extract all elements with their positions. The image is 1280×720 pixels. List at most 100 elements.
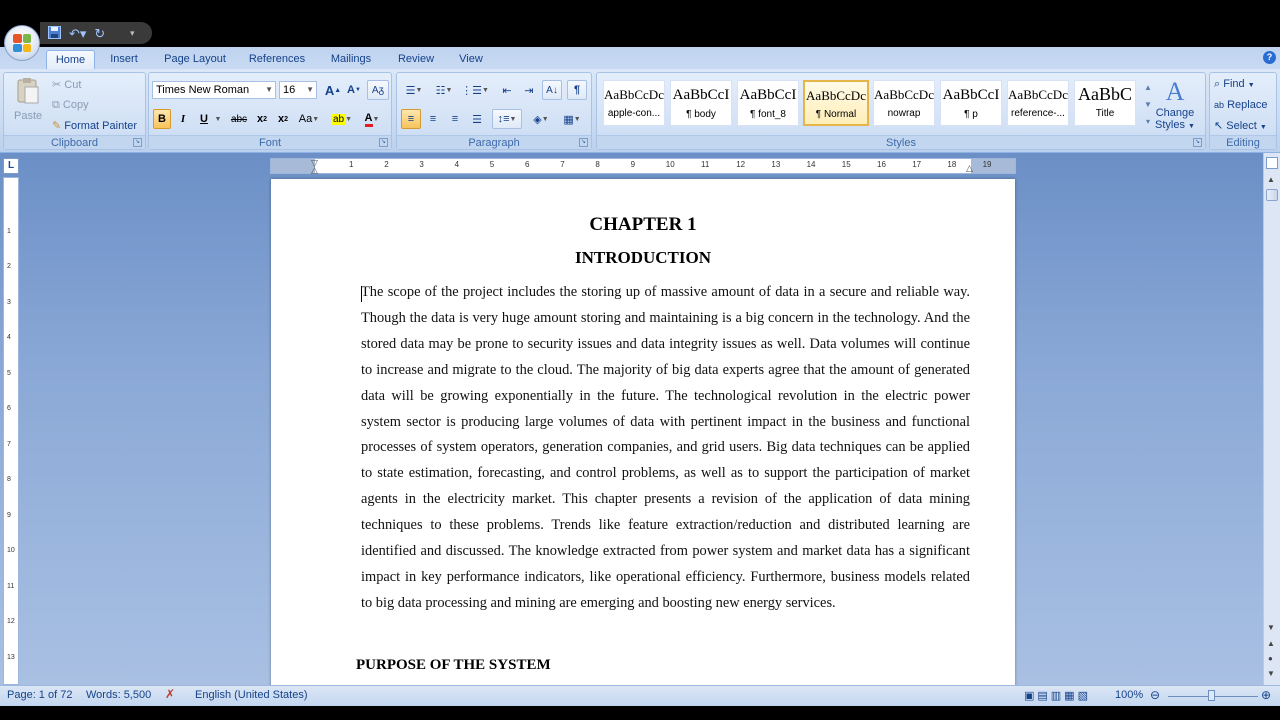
font-color-button[interactable]: A ▼ [359,109,385,129]
redo-icon[interactable]: ↻ [94,27,105,40]
style-nowrap[interactable]: AaBbCcDc nowrap [873,80,935,126]
next-page-icon[interactable]: ▼ [1267,669,1275,678]
scroll-thumb[interactable] [1266,189,1278,201]
font-family-select[interactable]: Times New Roman ▼ [152,81,276,99]
undo-icon[interactable]: ↶▾ [69,27,86,40]
horizontal-ruler[interactable]: 1 2 3 4 5 6 7 8 9 10 11 12 13 14 15 16 17 18 19 ▽ △ △ [270,158,1016,176]
show-formatting-button[interactable]: ¶ [567,80,587,100]
ruler-toggle-icon[interactable] [1266,157,1278,169]
style-title[interactable]: AaBbC Title [1074,80,1136,126]
tab-view[interactable]: View [452,50,490,69]
ruler-number: 6 [525,160,530,169]
zoom-slider-thumb[interactable] [1208,690,1215,701]
grow-font-button[interactable]: A ▲ [323,80,343,100]
vertical-scrollbar[interactable]: ▲ ▼ ▲ ● ▼ [1263,153,1280,685]
subscript-button[interactable]: x2 [253,109,271,129]
vertical-ruler[interactable]: 1234567891011121314 [3,177,19,696]
paste-button[interactable]: Paste [14,77,42,127]
document-page[interactable]: CHAPTER 1 INTRODUCTION The scope of the … [271,179,1015,699]
sort-button[interactable]: A↓ [542,80,562,100]
style-p[interactable]: AaBbCcI ¶ p [940,80,1002,126]
scroll-up-icon[interactable]: ▲ [1143,79,1153,96]
styles-launcher-icon[interactable]: ↘ [1193,138,1202,147]
bold-button[interactable]: B [153,109,171,129]
styles-scroll[interactable]: ▲ ▼ ▾ [1143,79,1153,133]
word-count[interactable]: Words: 5,500 [86,689,151,701]
align-left-button[interactable]: ≡ [401,109,421,129]
tab-mailings[interactable]: Mailings [323,50,379,69]
left-indent-marker[interactable]: △ [311,165,318,176]
copy-button[interactable]: ⧉ Copy [52,97,89,113]
tab-home[interactable]: Home [46,50,95,69]
previous-page-icon[interactable]: ▲ [1267,639,1275,648]
style-apple-con[interactable]: AaBbCcDc apple-con... [603,80,665,126]
change-styles-button[interactable]: A Change Styles ▼ [1147,77,1203,133]
brush-icon: ✎ [52,120,62,132]
font-launcher-icon[interactable]: ↘ [379,138,388,147]
zoom-out-icon[interactable]: ⊖ [1150,688,1160,702]
page-count[interactable]: Page: 1 of 72 [7,689,72,701]
format-painter-button[interactable]: ✎ Format Painter [52,118,137,134]
style-font-8[interactable]: AaBbCcI ¶ font_8 [737,80,799,126]
align-center-button[interactable]: ≡ [423,109,443,129]
strikethrough-button[interactable]: abc [228,109,250,129]
zoom-level[interactable]: 100% [1115,689,1143,701]
align-center-icon: ≡ [429,113,437,125]
scroll-down-arrow-icon[interactable]: ▼ [1267,623,1275,632]
ruler-number: 14 [806,160,816,169]
customize-qat-icon[interactable]: ▾ [130,28,135,39]
clear-formatting-button[interactable]: Aᵹ [367,80,389,100]
increase-indent-icon: ⇥ [524,84,534,97]
tab-references[interactable]: References [244,50,310,69]
style-body[interactable]: AaBbCcI ¶ body [670,80,732,126]
highlight-button[interactable]: ab ▼ [329,109,355,129]
justify-button[interactable]: ☰ [467,109,487,129]
scroll-down-icon[interactable]: ▼ [1143,96,1153,113]
align-right-button[interactable]: ≡ [445,109,465,129]
zoom-in-icon[interactable]: ⊕ [1261,688,1271,702]
replace-button[interactable]: ab Replace [1214,97,1267,113]
style-normal[interactable]: AaBbCcDc ¶ Normal [803,80,869,126]
font-size-select[interactable]: 16 ▼ [279,81,317,99]
bottom-border [0,706,1280,720]
numbering-button[interactable]: ☷ ▼ [431,80,457,100]
more-styles-icon[interactable]: ▾ [1143,113,1153,130]
tab-review[interactable]: Review [393,50,439,69]
multilevel-list-button[interactable]: ⋮☰ ▼ [461,80,489,100]
decrease-indent-button[interactable]: ⇤ [497,80,517,100]
editing-group: ⌕ Find ▼ ab Replace ↖ Select ▼ Editing [1209,72,1277,150]
style-reference[interactable]: AaBbCcDc reference-... [1007,80,1069,126]
shrink-font-button[interactable]: A ▼ [345,80,363,100]
line-spacing-button[interactable]: ↕≡ ▼ [492,109,522,129]
superscript-button[interactable]: x2 [274,109,292,129]
document-workspace: L 1 2 3 4 5 6 7 8 9 10 11 12 13 14 15 16 17 18 19 ▽ △ △ 12… [0,153,1280,699]
select-button[interactable]: ↖ Select ▼ [1214,118,1267,136]
increase-indent-button[interactable]: ⇥ [519,80,539,100]
view-buttons[interactable]: ▣▤▥▦▧ [1024,689,1091,702]
office-button[interactable] [4,25,40,61]
bullets-button[interactable]: ☰ ▼ [401,80,427,100]
help-icon[interactable]: ? [1263,51,1276,64]
change-case-button[interactable]: Aa ▼ [296,109,322,129]
italic-button[interactable]: I [174,109,192,129]
underline-dropdown-icon[interactable]: ▼ [213,109,223,129]
ruler-number: 16 [877,160,886,169]
borders-button[interactable]: ▦ ▼ [558,109,586,129]
browse-object-icon[interactable]: ● [1268,654,1273,663]
find-button[interactable]: ⌕ Find ▼ [1214,76,1255,94]
tab-page-layout[interactable]: Page Layout [158,50,232,69]
shading-button[interactable]: ◈ ▼ [527,109,555,129]
save-icon[interactable] [48,25,61,41]
proofing-icon[interactable]: ✗ [165,687,175,701]
tab-selector-button[interactable]: L [3,158,19,174]
paste-icon [17,78,39,104]
language[interactable]: English (United States) [195,689,308,701]
tab-insert[interactable]: Insert [104,50,144,69]
scroll-up-arrow-icon[interactable]: ▲ [1267,175,1275,184]
underline-button[interactable]: U [195,109,213,129]
body-paragraph[interactable]: The scope of the project includes the st… [361,280,970,617]
clipboard-launcher-icon[interactable]: ↘ [133,138,142,147]
cut-button[interactable]: ✂ Cut [52,77,81,93]
right-indent-marker[interactable]: △ [966,163,973,174]
paragraph-launcher-icon[interactable]: ↘ [579,138,588,147]
